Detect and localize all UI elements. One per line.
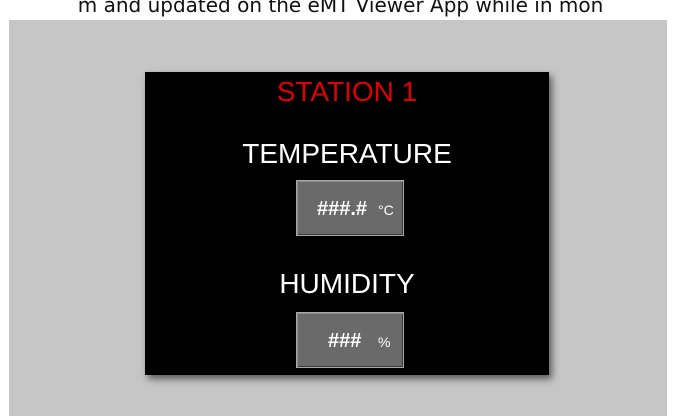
station-panel: STATION 1 TEMPERATURE ###.# °C HUMIDITY … bbox=[145, 72, 549, 375]
temperature-label: TEMPERATURE bbox=[242, 138, 452, 169]
humidity-value: ### bbox=[328, 330, 362, 352]
humidity-unit: % bbox=[378, 334, 391, 350]
temperature-unit: °C bbox=[378, 202, 394, 218]
temperature-value: ###.# bbox=[317, 198, 368, 220]
caption-text: m and updated on the eMT Viewer App whil… bbox=[77, 0, 604, 17]
humidity-label: HUMIDITY bbox=[279, 268, 415, 299]
humidity-display: ### % bbox=[296, 312, 404, 368]
station-title: STATION 1 bbox=[276, 76, 418, 107]
temperature-display: ###.# °C bbox=[296, 180, 404, 236]
